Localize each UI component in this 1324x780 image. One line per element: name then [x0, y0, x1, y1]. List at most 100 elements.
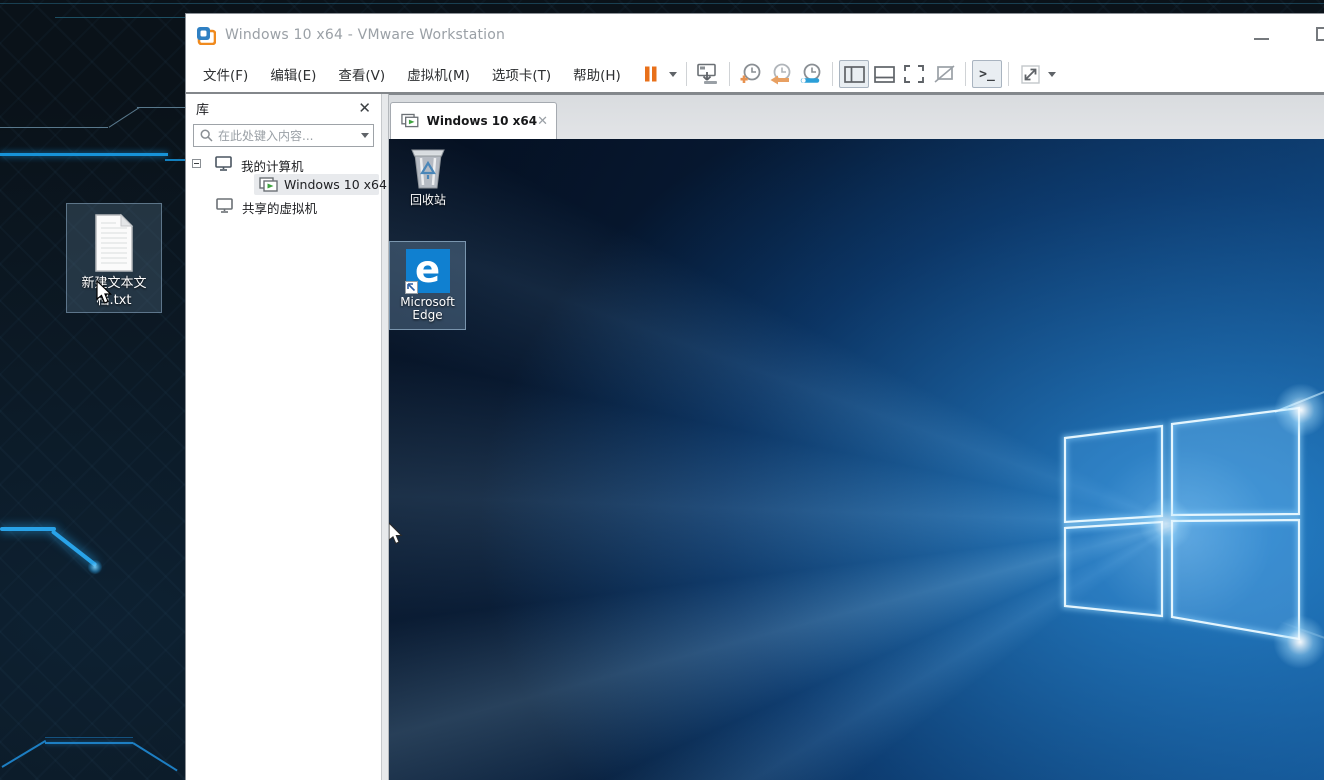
host-circuit-line — [0, 127, 108, 128]
host-hexagon-edge — [45, 742, 133, 744]
console-prompt-icon: >_ — [979, 67, 995, 82]
host-glow-line — [165, 159, 185, 161]
logo-corner-glow — [1274, 383, 1324, 437]
computer-icon — [215, 156, 232, 171]
show-library-button[interactable] — [839, 60, 869, 88]
host-glow-dot — [88, 560, 102, 574]
window-content: 库 ✕ 我的计算机 — [186, 94, 1324, 780]
revert-snapshot-icon — [769, 63, 793, 85]
show-thumbnail-bar-button[interactable] — [869, 60, 899, 88]
tab-close-icon[interactable]: ✕ — [537, 115, 548, 128]
vm-powered-on-icon — [259, 177, 279, 193]
host-circuit-line — [0, 3, 1324, 4]
library-search-box[interactable] — [193, 124, 374, 147]
menu-vm[interactable]: 虚拟机(M) — [396, 58, 481, 90]
vmware-workstation-window: Windows 10 x64 - VMware Workstation 文件(F… — [185, 13, 1324, 780]
menu-toolbar-row: 文件(F) 编辑(E) 查看(V) 虚拟机(M) 选项卡(T) 帮助(H) — [186, 56, 1324, 94]
text-file-icon — [92, 213, 136, 273]
shared-vms-icon — [216, 198, 233, 213]
tab-windows10-x64[interactable]: Windows 10 x64 ✕ — [390, 102, 557, 139]
host-mouse-cursor — [96, 280, 114, 306]
library-panel: 库 ✕ 我的计算机 — [186, 94, 381, 780]
collapse-expander-icon[interactable] — [192, 159, 201, 168]
host-circuit-line — [137, 107, 185, 108]
manage-snapshots-button[interactable] — [796, 60, 826, 88]
stretch-dropdown[interactable] — [1045, 60, 1059, 88]
chevron-down-icon — [1048, 72, 1056, 77]
vm-mouse-cursor — [389, 522, 404, 546]
icon-label: Microsoft Edge — [400, 296, 455, 322]
enter-full-screen-button[interactable] — [899, 60, 929, 88]
minimize-button[interactable] — [1254, 38, 1269, 40]
vm-pane: Windows 10 x64 ✕ — [389, 94, 1324, 780]
library-header: 库 ✕ — [186, 94, 381, 122]
library-title: 库 — [196, 99, 358, 118]
menu-tabs[interactable]: 选项卡(T) — [481, 58, 562, 90]
host-glow-line — [0, 153, 168, 156]
host-circuit-line — [109, 107, 140, 127]
suspend-vm-button[interactable] — [636, 60, 666, 88]
edge-logo: e — [406, 249, 450, 293]
toolbar-separator — [832, 62, 833, 86]
tree-item-my-computer[interactable]: 我的计算机 — [186, 153, 381, 174]
thumbnail-bar-icon — [874, 66, 895, 83]
icon-label: 回收站 — [410, 194, 446, 207]
menu-view[interactable]: 查看(V) — [327, 58, 396, 90]
take-snapshot-icon — [739, 63, 763, 85]
free-stretch-button[interactable] — [1015, 60, 1045, 88]
toolbar: >_ — [636, 56, 1059, 92]
search-input[interactable] — [218, 129, 361, 143]
revert-snapshot-button[interactable] — [766, 60, 796, 88]
tab-bar: Windows 10 x64 ✕ — [389, 94, 1324, 139]
desktop-file-icon-txt[interactable]: 新建文本文 档.txt — [66, 203, 162, 313]
toolbar-separator — [1008, 62, 1009, 86]
library-tree: 我的计算机 Windows 10 x64 — [186, 153, 381, 216]
library-close-icon[interactable]: ✕ — [358, 101, 371, 116]
search-dropdown-icon[interactable] — [361, 133, 369, 138]
toolbar-separator — [965, 62, 966, 86]
host-hexagon-edge — [1, 740, 46, 768]
chevron-down-icon — [669, 72, 677, 77]
manage-snapshots-icon — [799, 63, 823, 85]
toolbar-separator — [729, 62, 730, 86]
tree-item-shared-vms[interactable]: 共享的虚拟机 — [186, 195, 381, 216]
vm-powered-on-icon — [401, 113, 420, 129]
unity-mode-button[interactable] — [929, 60, 959, 88]
library-panel-icon — [844, 66, 865, 83]
unity-mode-icon — [934, 65, 955, 83]
free-stretch-icon — [1021, 65, 1040, 84]
launch-console-button[interactable]: >_ — [972, 60, 1002, 88]
tree-label: 共享的虚拟机 — [242, 198, 317, 217]
host-hexagon-edge — [132, 742, 177, 771]
tree-label: Windows 10 x64 — [284, 177, 387, 192]
host-circuit-line — [55, 17, 185, 18]
menu-edit[interactable]: 编辑(E) — [259, 58, 327, 90]
pause-icon — [643, 66, 659, 82]
window-title: Windows 10 x64 - VMware Workstation — [225, 27, 505, 43]
vm-desktop-icon-microsoft-edge[interactable]: e Microsoft Edge — [389, 241, 466, 330]
vm-desktop[interactable]: 回收站 e Microsoft Edge — [389, 139, 1324, 780]
logo-center-glow — [1139, 497, 1193, 551]
menu-help[interactable]: 帮助(H) — [562, 58, 632, 90]
search-icon — [200, 129, 213, 142]
edge-e-glyph: e — [415, 251, 440, 288]
shortcut-arrow-icon — [405, 281, 418, 294]
vm-desktop-icon-recycle-bin[interactable]: 回收站 — [389, 144, 467, 207]
panel-splitter[interactable] — [381, 94, 389, 780]
menu-file[interactable]: 文件(F) — [192, 58, 259, 90]
ctrl-alt-del-icon — [696, 63, 720, 85]
take-snapshot-button[interactable] — [736, 60, 766, 88]
maximize-button[interactable] — [1316, 27, 1324, 41]
vmware-app-icon — [196, 26, 216, 45]
recycle-bin-icon — [406, 144, 450, 190]
tree-item-windows10-vm[interactable]: Windows 10 x64 — [186, 174, 381, 195]
suspend-dropdown[interactable] — [666, 60, 680, 88]
send-ctrl-alt-del-button[interactable] — [693, 60, 723, 88]
logo-corner-glow — [1273, 615, 1324, 669]
toolbar-separator — [686, 62, 687, 86]
window-titlebar[interactable]: Windows 10 x64 - VMware Workstation — [186, 14, 1324, 56]
tree-label: 我的计算机 — [241, 156, 304, 175]
full-screen-icon — [904, 65, 924, 83]
host-glow-line — [0, 527, 56, 531]
host-hexagon-edge — [45, 737, 133, 738]
